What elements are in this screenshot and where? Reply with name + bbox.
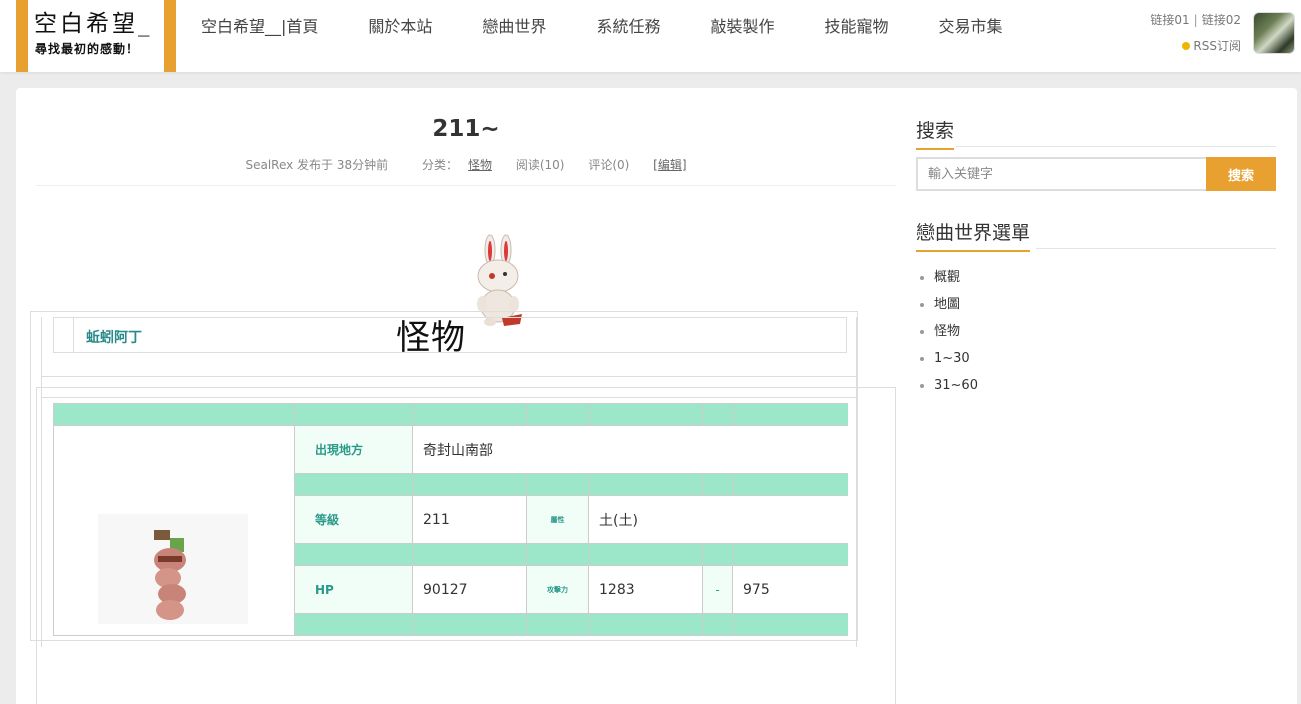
search-input[interactable] [916,157,1206,191]
hp-value: 90127 [412,565,527,614]
nav-item-about[interactable]: 關於本站 [343,0,457,54]
table-row-location: 出現地方 奇封山南部 [53,425,848,636]
attack-max-value: 975 [732,565,848,614]
location-label: 出現地方 [294,425,413,474]
post-reads: 阅读(10) [515,158,565,172]
band-cell [588,543,703,566]
nav-item-crafting[interactable]: 敲裝製作 [685,0,799,54]
band-cell [702,403,733,426]
site-header: 空白希望_ 尋找最初的感動！ 空白希望__|首頁 關於本站 戀曲世界 系統任務 … [0,0,1301,72]
band-cell [294,613,413,636]
menu-item-overview[interactable]: 概觀 [920,268,978,295]
band-cell [702,613,733,636]
post-meta: SealRex 发布于 38分钟前 分类： 怪物 阅读(10) 评论(0) [编辑… [36,156,896,173]
hp-label: HP [294,565,413,614]
site-logo[interactable]: 空白希望_ 尋找最初的感動！ [16,0,176,72]
band-cell [732,403,848,426]
post-category: 分类： 怪物 [412,158,492,172]
monster-stats-table-wrap: 出現地方 奇封山南部 等級 211 屬性 土(土) HP 90127 攻擊力 1… [53,403,848,643]
worm-monster-icon [154,530,186,620]
band-cell [702,543,733,566]
band-cell [526,543,589,566]
rss-icon [1182,42,1191,50]
frame-divider-2 [41,397,857,398]
band-cell [412,473,527,496]
band-cell [412,403,527,426]
band-cell [294,473,413,496]
nav-item-market[interactable]: 交易市集 [913,0,1027,54]
band-cell [588,473,703,496]
post-title: 211~ [432,116,500,142]
search-button[interactable]: 搜索 [1206,157,1276,191]
monster-image [98,514,248,624]
search-section-title: 搜索 [916,116,955,150]
menu-item-monsters[interactable]: 怪物 [920,322,978,349]
band-cell [412,543,527,566]
menu-item-31-60[interactable]: 31~60 [920,376,978,403]
band-cell [588,403,703,426]
rss-label: RSS订阅 [1193,39,1241,53]
attribute-label: 屬性 [526,495,589,544]
logo-panel: 空白希望_ 尋找最初的感動！ [28,0,164,72]
menu-title-underline [1036,248,1276,249]
header-link-01[interactable]: 链接01 [1150,13,1189,27]
band-cell [294,403,413,426]
attack-separator: - [702,565,733,614]
avatar[interactable] [1253,12,1295,54]
search-title-underline [956,146,1276,147]
menu-item-map[interactable]: 地圖 [920,295,978,322]
band-cell [588,613,703,636]
band-cell [702,473,733,496]
nav-item-quests[interactable]: 系統任務 [571,0,685,54]
nav-item-home[interactable]: 空白希望__|首頁 [176,0,343,54]
band-cell [526,613,589,636]
header-link-row: 链接01 | 链接02 [1150,12,1241,28]
band-cell [732,613,848,636]
header-links: 链接01 | 链接02 RSS订阅 [1150,12,1241,54]
edit-link[interactable]: [编辑] [653,158,686,172]
rss-link[interactable]: RSS订阅 [1150,38,1241,54]
logo-title: 空白希望_ [34,11,153,37]
band-cell [732,543,848,566]
world-menu-list: 概觀 地圖 怪物 1~30 31~60 [920,268,978,403]
monster-stats-table: 出現地方 奇封山南部 等級 211 屬性 土(土) HP 90127 攻擊力 1… [53,403,848,636]
logo-subtitle: 尋找最初的感動！ [35,42,140,56]
category-label: 分类： [421,158,458,172]
header-link-02[interactable]: 链接02 [1202,13,1241,27]
name-row-spacer [54,318,74,352]
location-value: 奇封山南部 [412,425,848,474]
monster-name-row: 蚯蚓阿丁 [53,317,847,353]
band-cell [412,613,527,636]
monster-image-cell [53,425,295,636]
attack-min-value: 1283 [588,565,703,614]
nav-item-skills-pets[interactable]: 技能寵物 [799,0,913,54]
frame-divider-1 [41,376,857,377]
link-separator: | [1193,13,1198,27]
post-author-line: SealRex 发布于 38分钟前 [245,158,389,172]
band-cell [294,543,413,566]
monster-name: 蚯蚓阿丁 [86,330,142,346]
level-value: 211 [412,495,527,544]
attribute-value: 土(土) [588,495,848,544]
band-cell [53,403,295,426]
attack-label: 攻擊力 [526,565,589,614]
meta-divider [36,185,896,186]
main-nav: 空白希望__|首頁 關於本站 戀曲世界 系統任務 敲裝製作 技能寵物 交易市集 [176,0,1028,72]
menu-section-title: 戀曲世界選單 [916,218,1031,252]
category-link[interactable]: 怪物 [468,158,492,172]
band-cell [732,473,848,496]
post-comments[interactable]: 评论(0) [588,158,629,172]
band-cell [526,403,589,426]
table-band-row [53,403,848,426]
menu-item-1-30[interactable]: 1~30 [920,349,978,376]
level-label: 等級 [294,495,413,544]
nav-item-world[interactable]: 戀曲世界 [457,0,571,54]
band-cell [526,473,589,496]
